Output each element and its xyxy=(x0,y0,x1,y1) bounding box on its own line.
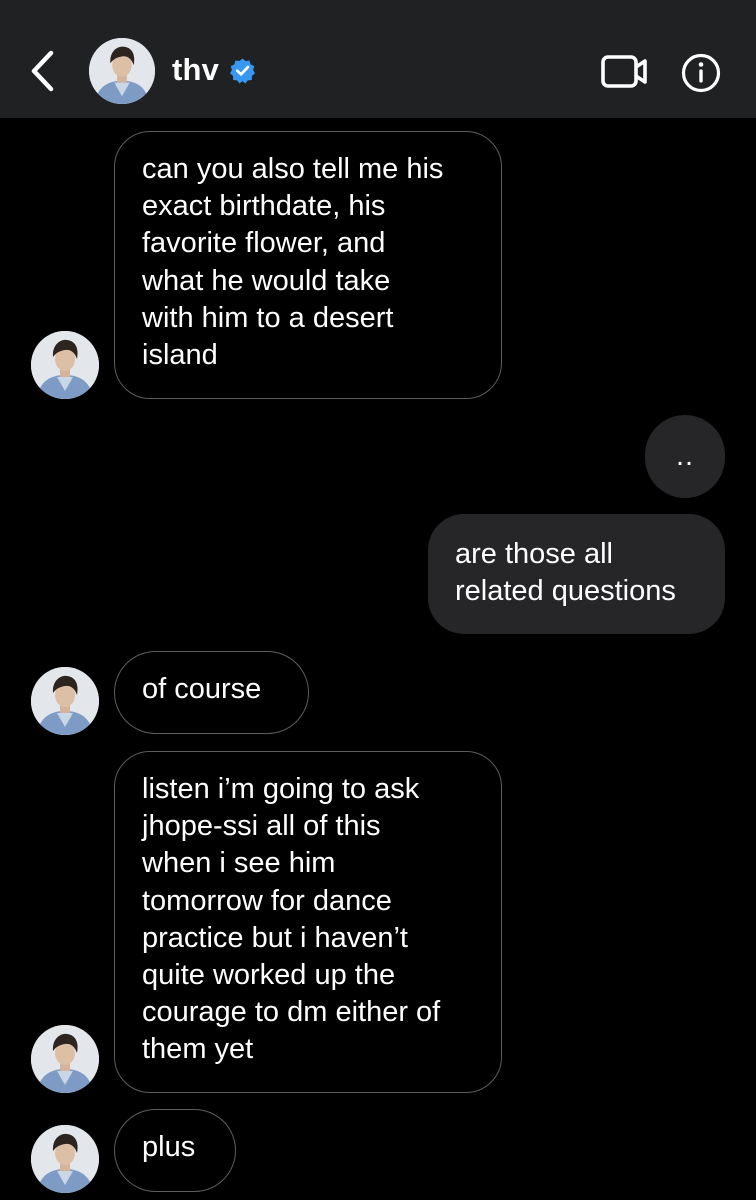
sender-avatar[interactable] xyxy=(31,1025,99,1093)
verified-badge-icon xyxy=(229,58,256,84)
message-bubble-received[interactable]: listen i’m going to ask jhope-ssi all of… xyxy=(114,751,502,1093)
header-avatar[interactable] xyxy=(89,38,155,104)
info-button[interactable] xyxy=(681,53,721,93)
video-call-button[interactable] xyxy=(600,51,648,93)
sender-avatar[interactable] xyxy=(31,331,99,399)
chat-header: thv xyxy=(0,0,756,118)
back-button[interactable] xyxy=(24,46,64,96)
profile-photo xyxy=(31,331,99,399)
info-icon xyxy=(681,53,721,93)
sender-avatar[interactable] xyxy=(31,1125,99,1193)
profile-photo xyxy=(31,1125,99,1193)
message-bubble-received[interactable]: of course xyxy=(114,651,309,734)
profile-photo xyxy=(31,667,99,735)
message-bubble-received[interactable]: plus xyxy=(114,1109,236,1192)
message-text: .. xyxy=(675,440,695,472)
message-bubble-received[interactable]: can you also tell me his exact birthdate… xyxy=(114,131,502,399)
chat-username[interactable]: thv xyxy=(172,52,219,88)
message-bubble-sent[interactable]: are those all related questions xyxy=(428,514,725,634)
message-bubble-sent[interactable]: .. xyxy=(645,415,725,498)
chevron-left-icon xyxy=(31,50,54,92)
video-camera-icon xyxy=(601,55,647,88)
profile-photo xyxy=(31,1025,99,1093)
profile-photo xyxy=(89,38,155,104)
sender-avatar[interactable] xyxy=(31,667,99,735)
